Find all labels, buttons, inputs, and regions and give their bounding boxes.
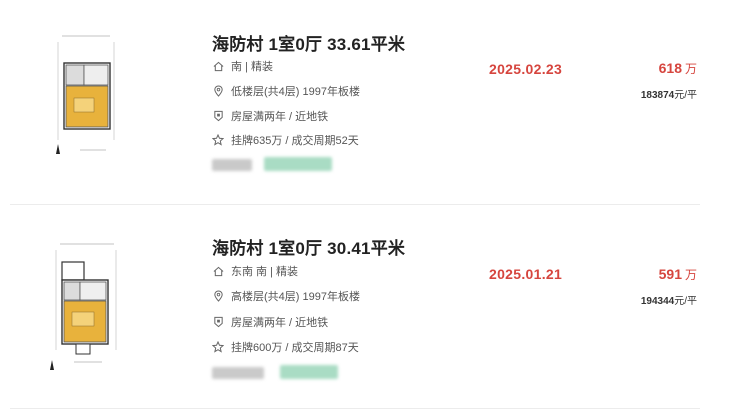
shield-icon xyxy=(212,316,224,328)
unit-price: 194344元/平 xyxy=(641,292,697,307)
total-price-value: 618 xyxy=(658,60,682,76)
location-pin-icon xyxy=(212,85,224,97)
listing-title[interactable]: 海防村 1室0厅 30.41平米 xyxy=(212,234,405,259)
listing-divider xyxy=(10,408,700,409)
listing-item-1[interactable]: 海防村 1室0厅 33.61平米 南 | 精装 低楼层(共4层) 1997年板楼… xyxy=(0,0,740,200)
orientation-row: 南 | 精装 xyxy=(212,58,273,74)
total-price-unit: 万 xyxy=(684,62,697,76)
listing-cycle-text: 挂牌600万 / 成交周期87天 xyxy=(231,342,359,354)
listing-cycle-row: 挂牌635万 / 成交周期52天 xyxy=(212,132,359,148)
listing-cycle-row: 挂牌600万 / 成交周期87天 xyxy=(212,339,359,355)
floor-row: 低楼层(共4层) 1997年板楼 xyxy=(212,83,360,99)
shield-icon xyxy=(212,110,224,122)
deal-date: 2025.02.23 xyxy=(489,61,563,77)
unit-price-unit: 元/平 xyxy=(674,90,697,101)
unit-price-value: 194344 xyxy=(640,296,675,307)
location-pin-icon xyxy=(212,290,224,302)
floor-row: 高楼层(共4层) 1997年板楼 xyxy=(212,288,360,304)
tags-row: 房屋满两年 / 近地铁 xyxy=(212,108,328,124)
orientation-row: 东南 南 | 精装 xyxy=(212,263,298,279)
floor-plan-image[interactable] xyxy=(40,20,130,160)
total-price: 618 万 xyxy=(659,60,697,77)
blurred-agent-badge[interactable] xyxy=(280,365,338,379)
listing-divider xyxy=(10,204,700,205)
unit-price: 183874元/平 xyxy=(641,86,697,101)
listing-item-2[interactable]: 海防村 1室0厅 30.41平米 东南 南 | 精装 高楼层(共4层) 1997… xyxy=(0,206,740,406)
tags-text: 房屋满两年 / 近地铁 xyxy=(231,111,329,123)
house-icon xyxy=(212,265,224,277)
total-price-value: 591 xyxy=(658,266,682,282)
tags-text: 房屋满两年 / 近地铁 xyxy=(231,317,329,329)
listing-cycle-text: 挂牌635万 / 成交周期52天 xyxy=(231,135,359,147)
floor-plan-image[interactable] xyxy=(40,232,130,372)
star-icon xyxy=(212,134,224,146)
floor-text: 高楼层(共4层) 1997年板楼 xyxy=(231,291,360,303)
unit-price-value: 183874 xyxy=(640,90,675,101)
blurred-agent-badge[interactable] xyxy=(264,157,332,171)
total-price-unit: 万 xyxy=(684,268,697,282)
tags-row: 房屋满两年 / 近地铁 xyxy=(212,314,328,330)
orientation-text: 东南 南 | 精装 xyxy=(231,266,299,278)
orientation-text: 南 | 精装 xyxy=(231,61,273,73)
total-price: 591 万 xyxy=(659,266,697,283)
star-icon xyxy=(212,341,224,353)
listing-title[interactable]: 海防村 1室0厅 33.61平米 xyxy=(212,30,405,55)
deal-date: 2025.01.21 xyxy=(489,266,563,282)
floor-text: 低楼层(共4层) 1997年板楼 xyxy=(231,86,360,98)
unit-price-unit: 元/平 xyxy=(674,296,697,307)
blurred-agent-tag xyxy=(212,367,264,379)
house-icon xyxy=(212,60,224,72)
blurred-agent-tag xyxy=(212,159,252,171)
